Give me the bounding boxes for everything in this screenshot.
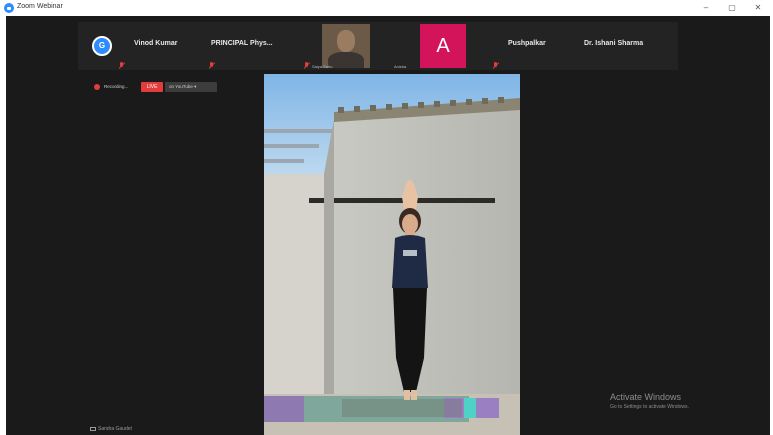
close-button[interactable]: ✕ bbox=[749, 2, 767, 14]
participant-tile-vinod[interactable]: G Vinod Kumar bbox=[78, 22, 188, 70]
zoom-logo-icon bbox=[4, 3, 14, 13]
mic-muted-icon bbox=[492, 62, 499, 69]
recording-status: Recording... bbox=[104, 84, 129, 89]
avatar: A bbox=[420, 24, 466, 68]
title-bar: Zoom Webinar – ▢ ✕ bbox=[0, 0, 773, 16]
participant-name: PRINCIPAL Phys... bbox=[211, 40, 273, 47]
recording-dot-icon bbox=[94, 84, 100, 90]
participant-caption: Saiya Sahu bbox=[312, 64, 333, 69]
participant-body bbox=[328, 52, 364, 68]
minimize-button[interactable]: – bbox=[697, 2, 715, 14]
meeting-area: G Vinod Kumar PRINCIPAL Phys... Saiya Sa… bbox=[6, 16, 770, 435]
screen-share-icon bbox=[90, 426, 96, 431]
activate-windows-watermark: Activate Windows Go to Settings to activ… bbox=[610, 392, 689, 410]
participant-video bbox=[322, 24, 370, 68]
avatar: G bbox=[92, 36, 112, 56]
participant-tile-principal[interactable]: PRINCIPAL Phys... bbox=[198, 22, 308, 70]
participant-tile-pushpalkar[interactable]: Pushpalkar bbox=[486, 22, 576, 70]
live-badge[interactable]: LIVE bbox=[141, 82, 163, 92]
participant-name: Vinod Kumar bbox=[134, 40, 178, 47]
mic-muted-icon bbox=[208, 62, 215, 69]
participant-name: Dr. Ishani Sharma bbox=[584, 40, 644, 47]
participant-tile-sharma[interactable]: Dr. Ishani Sharma bbox=[578, 22, 678, 70]
yoga-pose-scene bbox=[264, 74, 520, 435]
watermark-subtitle: Go to Settings to activate Windows. bbox=[610, 404, 689, 410]
screen-share-label: Sandra Gaudet bbox=[90, 426, 132, 432]
mic-muted-icon bbox=[118, 62, 125, 69]
participant-strip: G Vinod Kumar PRINCIPAL Phys... Saiya Sa… bbox=[78, 22, 678, 70]
live-streaming-menu[interactable]: on YouTube ▾ bbox=[165, 82, 217, 92]
screen-share-text: Sandra Gaudet bbox=[98, 426, 132, 432]
participant-caption: Anisha bbox=[394, 64, 407, 69]
active-speaker-video bbox=[264, 74, 520, 435]
participant-face bbox=[337, 30, 355, 52]
window-title: Zoom Webinar bbox=[17, 3, 63, 10]
maximize-button[interactable]: ▢ bbox=[723, 2, 741, 14]
watermark-title: Activate Windows bbox=[610, 392, 682, 402]
participant-name: Pushpalkar bbox=[508, 40, 546, 47]
